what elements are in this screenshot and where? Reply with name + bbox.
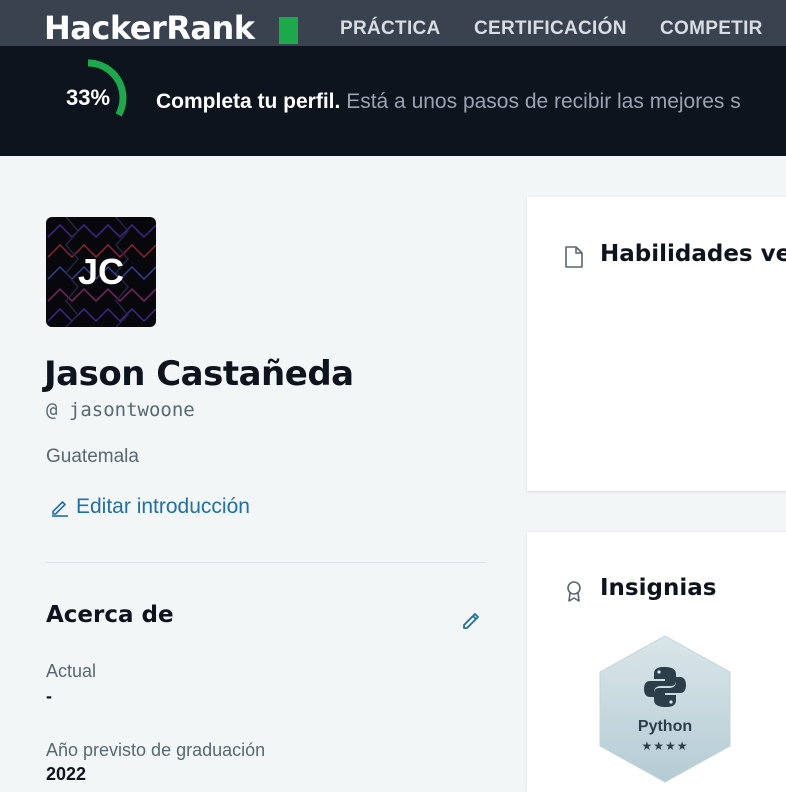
section-divider (46, 562, 486, 563)
hackerrank-logo[interactable]: HackerRank (44, 8, 255, 48)
badge-stars-icon: ★★★★ (641, 739, 689, 753)
avatar[interactable]: JC (46, 217, 156, 327)
award-ribbon-icon (567, 581, 581, 602)
banner-headline: Completa tu perfil. (156, 90, 341, 113)
about-field-label-actual: Actual (46, 661, 97, 681)
about-title: Acerca de (46, 602, 174, 628)
document-icon (565, 246, 583, 268)
badge-name: Python (637, 718, 693, 735)
pencil-icon (52, 501, 68, 517)
edit-intro-link[interactable]: Editar introducción (50, 495, 250, 519)
logo-green-block (279, 17, 298, 44)
avatar-initials: JC (77, 251, 125, 292)
edit-intro-label: Editar introducción (76, 495, 250, 518)
about-field-label-graduacion: Año previsto de graduación (46, 740, 266, 760)
profile-handle: @ jasontwoone (46, 399, 195, 421)
edit-about-pencil-icon[interactable] (460, 608, 484, 632)
top-nav: HackerRank PRÁCTICA CERTIFICACIÓN COMPET… (0, 0, 786, 48)
nav-item-practica[interactable]: PRÁCTICA (340, 18, 441, 40)
about-field-value-graduacion: 2022 (46, 764, 87, 784)
banner-subtext: Está a unos pasos de recibir las mejores… (346, 90, 741, 113)
profile-completion-banner[interactable]: 33% Completa tu perfil. Está a unos paso… (0, 46, 786, 156)
about-field-value-actual: - (46, 686, 52, 706)
nav-item-competir[interactable]: COMPETIR (660, 18, 763, 40)
profile-country: Guatemala (46, 446, 139, 467)
banner-message: Completa tu perfil. Está a unos pasos de… (156, 90, 741, 114)
verified-skills-title: Habilidades ver (600, 241, 786, 267)
verified-skills-card: Habilidades ver (527, 197, 786, 491)
profile-name: Jason Castañeda (44, 354, 354, 394)
badges-title: Insignias (600, 575, 717, 601)
nav-item-certificacion[interactable]: CERTIFICACIÓN (474, 18, 627, 40)
python-badge[interactable] (596, 634, 734, 784)
profile-progress-percent: 33% (65, 85, 111, 110)
